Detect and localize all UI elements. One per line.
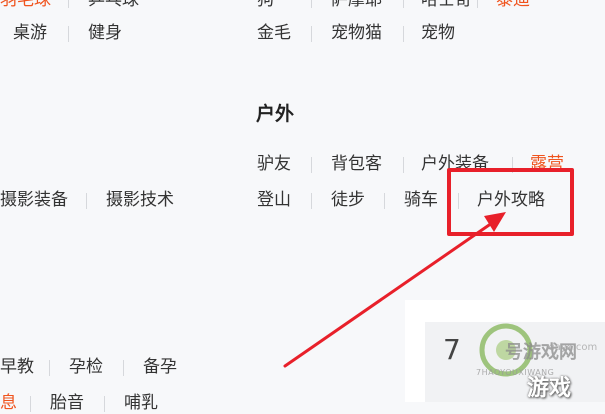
tag-fitness[interactable]: 健身 — [88, 22, 122, 44]
tag-golden-retriever[interactable]: 金毛 — [257, 22, 291, 44]
tag-pingpong[interactable]: 乒乓球 — [88, 0, 139, 11]
separator — [123, 360, 124, 376]
separator — [403, 0, 404, 8]
separator — [30, 396, 31, 412]
outdoor-heading: 户外 — [256, 103, 295, 125]
tag-backpacker-friend[interactable]: 驴友 — [257, 153, 291, 175]
tag-breastfeeding[interactable]: 哺乳 — [124, 392, 158, 414]
tag-info[interactable]: 息 — [0, 392, 17, 414]
tag-samoyed[interactable]: 萨摩耶 — [331, 0, 382, 11]
separator — [311, 0, 312, 8]
separator — [311, 157, 312, 173]
tag-teddy[interactable]: 泰迪 — [496, 0, 530, 11]
tag-photo-skills[interactable]: 摄影技术 — [106, 189, 174, 211]
tag-dog[interactable]: 狗 — [257, 0, 274, 11]
tag-cycling[interactable]: 骑车 — [404, 189, 438, 211]
tag-pet[interactable]: 宠物 — [421, 22, 455, 44]
separator — [49, 360, 50, 376]
watermark-game: 游戏 — [527, 376, 572, 401]
separator — [477, 0, 478, 8]
tag-hiking[interactable]: 徒步 — [331, 189, 365, 211]
separator — [311, 193, 312, 209]
tag-husky[interactable]: 哈士奇 — [421, 0, 472, 11]
tag-backpacker[interactable]: 背包客 — [331, 153, 382, 175]
separator — [68, 26, 69, 42]
tag-prenatal-check[interactable]: 孕检 — [69, 356, 103, 378]
separator — [86, 193, 87, 209]
annotation-highlight-box — [447, 168, 574, 236]
tag-pet-cat[interactable]: 宠物猫 — [331, 22, 382, 44]
tag-photo-gear[interactable]: 摄影装备 — [0, 189, 68, 211]
tag-early-education[interactable]: 早教 — [0, 356, 34, 378]
separator — [403, 26, 404, 42]
separator — [104, 396, 105, 412]
tag-fetal-sound[interactable]: 胎音 — [50, 392, 84, 414]
tag-badminton[interactable]: 羽毛球 — [0, 0, 51, 11]
watermark-url: xiayx.com — [546, 342, 598, 353]
tag-pregnancy-prep[interactable]: 备孕 — [143, 356, 177, 378]
separator — [311, 26, 312, 42]
panel-number: 7 — [443, 333, 461, 366]
tag-boardgame[interactable]: 桌游 — [13, 22, 47, 44]
tag-mountaineering[interactable]: 登山 — [257, 189, 291, 211]
separator — [403, 157, 404, 173]
separator — [68, 0, 69, 8]
separator — [384, 193, 385, 209]
